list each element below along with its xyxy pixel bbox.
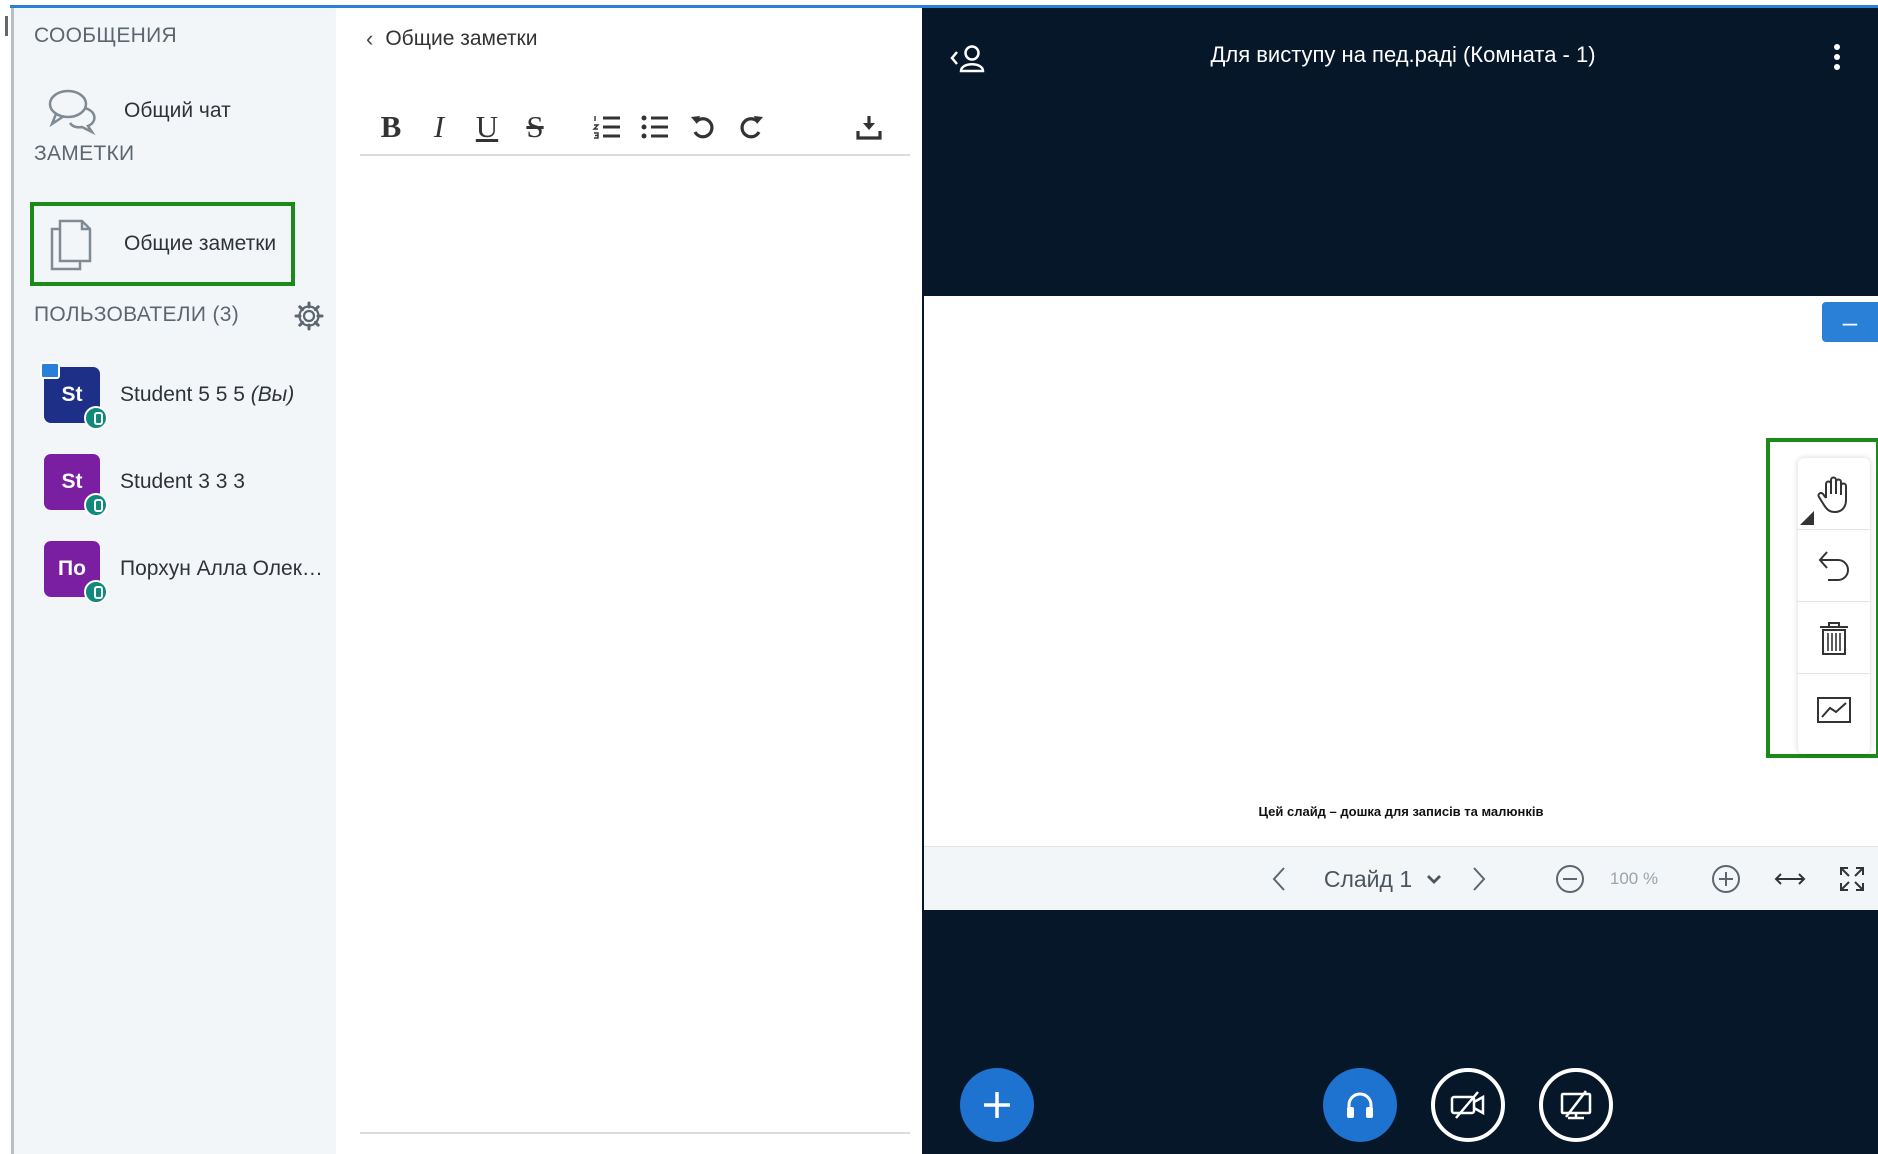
clear-annotations-button[interactable] bbox=[1798, 602, 1870, 674]
sidebar: СООБЩЕНИЯ Общий чат ЗАМЕТКИ Общие заметк… bbox=[14, 8, 336, 1154]
shared-notes-item[interactable]: Общие заметки bbox=[30, 202, 295, 286]
chevron-left-icon bbox=[1272, 867, 1285, 891]
avatar: По bbox=[44, 541, 108, 604]
avatar: St bbox=[40, 362, 108, 430]
zoom-level: 100 % bbox=[1609, 869, 1659, 888]
pan-tool-button[interactable] bbox=[1798, 458, 1870, 530]
chart-board-icon bbox=[1817, 697, 1851, 723]
join-audio-button[interactable] bbox=[1323, 1068, 1397, 1142]
user-item[interactable]: По Порхун Алла Олек… bbox=[44, 538, 323, 604]
stage-header: Для виступу на пед.раді (Комната - 1) bbox=[922, 8, 1878, 104]
more-options-icon[interactable] bbox=[1832, 42, 1842, 76]
fit-to-width-button[interactable] bbox=[1770, 847, 1810, 911]
notes-panel-title: Общие заметки bbox=[385, 27, 538, 50]
microphone-icon bbox=[84, 493, 108, 517]
chevron-left-icon: ‹ bbox=[366, 26, 374, 51]
bold-button[interactable]: B bbox=[374, 109, 408, 144]
notes-bottom-divider bbox=[360, 1132, 910, 1134]
zoom-in-icon bbox=[1712, 865, 1740, 893]
public-chat-label: Общий чат bbox=[124, 99, 231, 122]
hand-icon bbox=[1817, 476, 1847, 513]
user-name-text: Student 5 5 5 bbox=[120, 383, 245, 406]
fullscreen-button[interactable] bbox=[1834, 847, 1870, 911]
messages-section-title: СООБЩЕНИЯ bbox=[34, 24, 177, 47]
share-webcam-button[interactable] bbox=[1431, 1068, 1505, 1142]
share-screen-button[interactable] bbox=[1539, 1068, 1613, 1142]
minimize-presentation-button[interactable]: – bbox=[1822, 302, 1878, 342]
slide-caption: Цей слайд – дошка для записів та малюнкі… bbox=[1258, 804, 1544, 819]
slide-selector[interactable]: Слайд 1 bbox=[1314, 847, 1454, 911]
shared-notes-label: Общие заметки bbox=[124, 232, 277, 255]
undo-icon bbox=[1818, 550, 1849, 581]
notes-section-title: ЗАМЕТКИ bbox=[34, 142, 135, 165]
actions-button[interactable] bbox=[960, 1068, 1034, 1142]
avatar: St bbox=[44, 454, 108, 517]
headphones-icon bbox=[1347, 1092, 1373, 1118]
italic-button[interactable]: I bbox=[422, 109, 456, 144]
fit-width-icon bbox=[1774, 873, 1806, 885]
microphone-icon bbox=[84, 406, 108, 430]
previous-slide-button[interactable] bbox=[1264, 847, 1294, 911]
zoom-in-button[interactable] bbox=[1708, 847, 1744, 911]
whiteboard-toolbar bbox=[1798, 458, 1870, 754]
submenu-indicator bbox=[1800, 511, 1814, 525]
chevron-down-icon bbox=[1427, 875, 1442, 884]
next-slide-button[interactable] bbox=[1464, 847, 1494, 911]
download-notes-button[interactable] bbox=[852, 110, 886, 144]
avatar-initials: St bbox=[61, 383, 83, 406]
redo-button[interactable] bbox=[734, 110, 768, 144]
chevron-right-icon bbox=[1473, 867, 1486, 891]
zoom-out-button[interactable] bbox=[1552, 847, 1588, 911]
edge-marker bbox=[5, 16, 8, 36]
notes-panel: ‹ Общие заметки B I U S bbox=[336, 8, 922, 1154]
actions-bar bbox=[922, 1064, 1878, 1154]
underline-button[interactable]: U bbox=[470, 109, 504, 144]
users-section-title: ПОЛЬЗОВАТЕЛИ (3) bbox=[34, 303, 239, 327]
user-item[interactable]: St Student 5 5 5 (Вы) bbox=[40, 362, 294, 430]
users-title: ПОЛЬЗОВАТЕЛИ bbox=[34, 303, 207, 326]
slide-selector-label: Слайд 1 bbox=[1323, 865, 1413, 892]
multi-user-mode-button[interactable] bbox=[1798, 674, 1870, 746]
user-name: Порхун Алла Олек… bbox=[120, 557, 323, 580]
undo-button[interactable] bbox=[686, 110, 720, 144]
whiteboard-slide[interactable]: – Цей слайд – дошка для записів та малюн… bbox=[924, 296, 1878, 846]
redo-icon bbox=[740, 116, 763, 139]
undo-icon bbox=[691, 116, 714, 139]
user-name: Student 3 3 3 bbox=[120, 470, 245, 493]
strikethrough-button[interactable]: S bbox=[518, 109, 552, 144]
bullet-list-button[interactable] bbox=[638, 110, 672, 144]
undo-annotation-button[interactable] bbox=[1798, 530, 1870, 602]
avatar-initials: St bbox=[61, 470, 83, 493]
video-off-icon bbox=[1450, 1091, 1485, 1119]
avatar-initials: По bbox=[58, 557, 86, 580]
whiteboard-toolbar-highlight bbox=[1766, 438, 1878, 758]
chat-icon bbox=[48, 89, 96, 136]
bullet-list-icon bbox=[641, 115, 668, 139]
desktop-off-icon bbox=[1560, 1090, 1592, 1120]
presenter-icon bbox=[40, 362, 60, 379]
user-name: Student 5 5 5 (Вы) bbox=[120, 383, 294, 407]
download-icon bbox=[856, 116, 882, 140]
meeting-title: Для виступу на пед.раді (Комната - 1) bbox=[1210, 42, 1596, 67]
microphone-icon bbox=[84, 580, 108, 604]
users-count: (3) bbox=[212, 303, 240, 326]
top-accent-line bbox=[0, 0, 1878, 8]
ordered-list-button[interactable] bbox=[590, 110, 624, 144]
you-indicator: (Вы) bbox=[250, 383, 295, 406]
presentation-stage: Для виступу на пед.раді (Комната - 1) – … bbox=[922, 8, 1878, 1154]
left-edge bbox=[0, 8, 14, 1154]
fullscreen-icon bbox=[1840, 867, 1864, 891]
user-item[interactable]: St Student 3 3 3 bbox=[44, 451, 245, 517]
hide-notes-button[interactable]: ‹ Общие заметки bbox=[366, 26, 537, 52]
public-chat-item[interactable]: Общий чат bbox=[28, 80, 231, 142]
gear-icon[interactable] bbox=[294, 301, 324, 331]
trash-icon bbox=[1820, 621, 1848, 655]
notes-toolbar: B I U S bbox=[360, 104, 910, 156]
zoom-out-icon bbox=[1556, 865, 1584, 893]
ordered-list-icon bbox=[592, 116, 620, 139]
notes-icon bbox=[50, 219, 92, 271]
plus-icon bbox=[984, 1092, 1010, 1118]
presentation-controls: Слайд 1 100 % bbox=[924, 846, 1878, 910]
